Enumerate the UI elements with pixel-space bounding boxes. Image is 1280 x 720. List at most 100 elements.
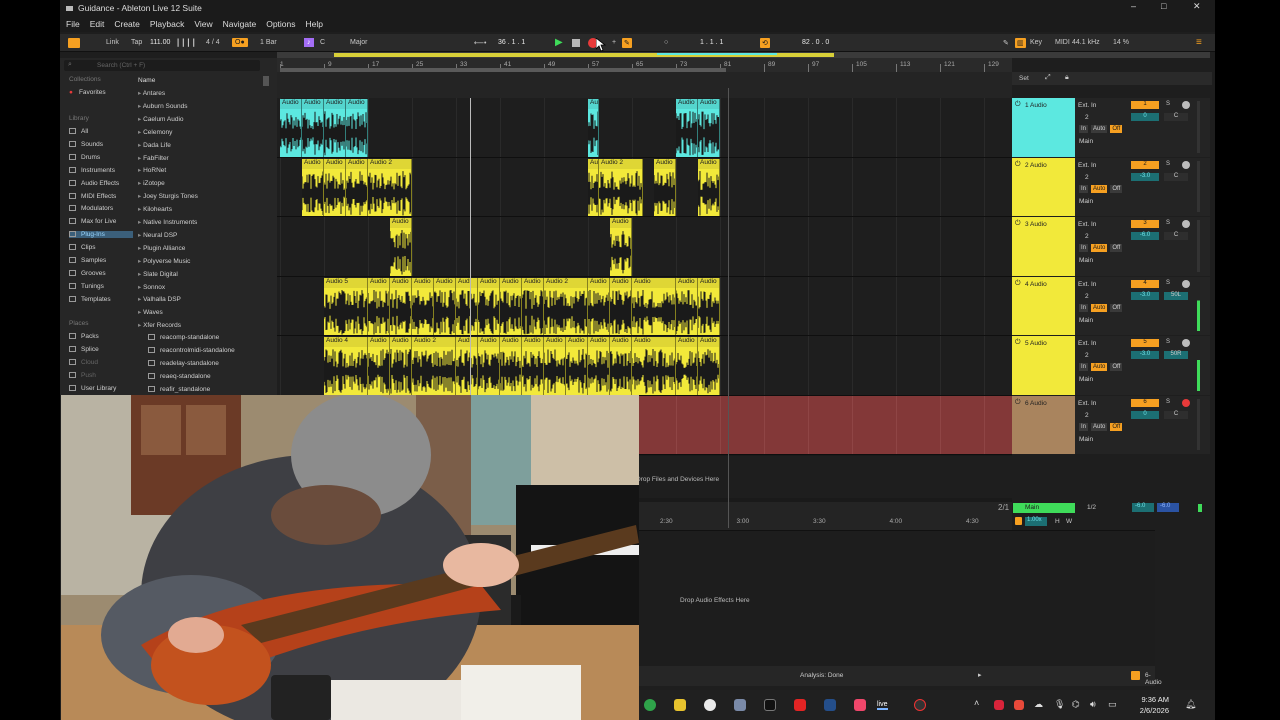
track-activator-icon[interactable]: ⏻ <box>1015 399 1021 407</box>
audio-clip[interactable]: Audio <box>610 218 632 276</box>
list-item[interactable]: readelay-standalone <box>148 359 219 367</box>
output-select[interactable]: Main <box>1079 376 1093 383</box>
master-cue-volume[interactable]: -6.0 <box>1157 503 1179 512</box>
notification-icon[interactable]: 🔔︎ <box>1185 699 1196 710</box>
monitor-option[interactable]: Auto <box>1091 244 1108 252</box>
list-item[interactable]: ▸ Valhalla DSP <box>138 295 181 303</box>
audio-clip[interactable]: Audio <box>390 218 412 276</box>
sidebar-item-library[interactable]: All <box>69 128 88 135</box>
list-item[interactable]: ▸ Dada Life <box>138 141 171 149</box>
track-activator-button[interactable]: 5 <box>1131 339 1159 347</box>
monitor-option[interactable]: Off <box>1110 422 1123 431</box>
master-header[interactable]: Main <box>1013 503 1075 513</box>
list-item[interactable]: ▸ Polyverse Music <box>138 257 190 265</box>
input-channel-select[interactable]: 2 <box>1085 114 1089 121</box>
scale-mode-icon[interactable]: ♪ <box>304 38 314 47</box>
tray-mic-icon[interactable]: 🎙︎ <box>1054 699 1065 710</box>
input-type-select[interactable]: Ext. In <box>1078 281 1096 288</box>
track-header[interactable]: ⏻ 3 Audio <box>1012 217 1075 276</box>
output-select[interactable]: Main <box>1079 257 1093 264</box>
input-type-select[interactable]: Ext. In <box>1078 340 1096 347</box>
time-signature-field[interactable]: 4 / 4 <box>206 39 220 46</box>
key-map-button[interactable]: Key <box>1030 39 1042 46</box>
audio-clip[interactable]: Audio <box>610 277 632 335</box>
list-item[interactable]: ▸ Xfer Records <box>138 321 181 329</box>
audio-clip[interactable]: Audio <box>390 337 412 395</box>
scale-select[interactable]: Major <box>350 39 368 46</box>
list-item[interactable]: ▸ Neural DSP <box>138 231 177 239</box>
monitor-option[interactable]: Off <box>1110 125 1123 133</box>
record-arm-icon[interactable] <box>1182 101 1190 109</box>
track-activator-icon[interactable]: ⏻ <box>1015 101 1021 109</box>
audio-clip[interactable]: Audio <box>632 277 676 335</box>
audio-clip[interactable]: Au <box>588 158 599 216</box>
record-arm-icon[interactable] <box>1182 398 1190 407</box>
audio-clip[interactable]: Audio <box>698 337 720 395</box>
master-routing[interactable]: 1/2 <box>1087 504 1096 511</box>
pan-field[interactable]: C <box>1164 410 1188 419</box>
list-item[interactable]: reacomp-standalone <box>148 334 219 341</box>
volume-field[interactable]: -6.0 <box>1131 232 1159 240</box>
sidebar-item-library[interactable]: MIDI Effects <box>69 192 116 200</box>
crossfade-h-button[interactable]: H <box>1055 518 1060 525</box>
xbox-icon[interactable] <box>644 699 656 711</box>
record-arm-icon[interactable] <box>1182 279 1190 288</box>
audio-clip[interactable]: Audio <box>302 99 324 157</box>
input-type-select[interactable]: Ext. In <box>1078 400 1096 407</box>
menu-edit[interactable]: Edit <box>90 19 105 29</box>
output-select[interactable]: Main <box>1079 317 1093 324</box>
audio-clip[interactable]: Audio <box>588 337 610 395</box>
audio-clip[interactable]: Audio 2 <box>544 277 588 335</box>
menu-file[interactable]: File <box>66 19 80 29</box>
list-item[interactable]: reafir_standalone <box>148 385 210 393</box>
input-channel-select[interactable]: 2 <box>1085 174 1089 181</box>
arrangement-position-field[interactable]: 36 . 1 . 1 <box>498 39 525 46</box>
keyboard-icon[interactable]: ▥ <box>1015 38 1026 48</box>
tray-app-icon[interactable] <box>994 700 1004 710</box>
list-item[interactable]: ▸ FabFilter <box>138 154 169 162</box>
clock-time[interactable]: 9:36 AM <box>1129 695 1169 704</box>
track-activator-button[interactable]: 6 <box>1131 398 1159 407</box>
youtube-icon[interactable] <box>794 699 806 711</box>
menu-create[interactable]: Create <box>114 19 140 29</box>
audio-clip[interactable]: Audio <box>500 337 522 395</box>
monitor-option[interactable]: In <box>1079 303 1089 312</box>
audio-clip[interactable]: Audio <box>698 277 720 335</box>
solo-button[interactable]: S <box>1166 161 1170 167</box>
list-item[interactable]: ▸ Auburn Sounds <box>138 102 188 110</box>
pan-field[interactable]: 50R <box>1164 351 1188 359</box>
music-icon[interactable] <box>854 699 866 711</box>
record-arm-icon[interactable] <box>1182 339 1190 347</box>
loop-switch-icon[interactable]: ⟲ <box>760 38 770 48</box>
solo-button[interactable]: S <box>1166 399 1170 405</box>
pan-field[interactable]: 50L <box>1164 291 1188 300</box>
output-select[interactable]: Main <box>1079 198 1093 205</box>
pan-field[interactable]: C <box>1164 232 1188 240</box>
pan-field[interactable]: C <box>1164 113 1188 121</box>
audio-clip[interactable]: Audio <box>588 277 610 335</box>
audio-clip[interactable]: Audio <box>280 99 302 157</box>
audio-clip[interactable]: Audio <box>654 158 676 216</box>
sidebar-item-library[interactable]: Samples <box>69 257 106 264</box>
audio-clip[interactable]: Audio <box>478 337 500 395</box>
sidebar-item-library[interactable]: Plug-Ins <box>69 231 133 239</box>
list-item[interactable]: ▸ Sonnox <box>138 283 165 291</box>
monitor-option[interactable]: Off <box>1110 184 1123 193</box>
audio-clip[interactable]: Audio <box>368 337 390 395</box>
audio-clip[interactable]: Audio 4 <box>324 337 368 395</box>
minimize-button[interactable]: – <box>1131 1 1136 11</box>
tray-network-icon[interactable]: ⌬ <box>1072 699 1080 710</box>
volume-field[interactable]: 0 <box>1131 410 1159 419</box>
sidebar-item-place[interactable]: Cloud <box>69 358 98 366</box>
audio-clip[interactable]: Audio <box>566 337 588 395</box>
solo-button[interactable]: S <box>1166 220 1170 226</box>
monitor-option[interactable]: In <box>1079 184 1089 193</box>
pan-field[interactable]: C <box>1164 172 1188 181</box>
device-view[interactable]: Drop Audio Effects Here <box>578 530 1155 666</box>
audio-clip[interactable]: Audio <box>610 337 632 395</box>
tray-chevron-icon[interactable]: ˄ <box>974 698 979 708</box>
expand-icon[interactable]: ⤢ <box>1045 74 1051 82</box>
view-toggle-icon[interactable] <box>68 38 80 48</box>
browser-scrollbar[interactable] <box>263 76 269 86</box>
monitor-option[interactable]: Auto <box>1091 184 1108 193</box>
